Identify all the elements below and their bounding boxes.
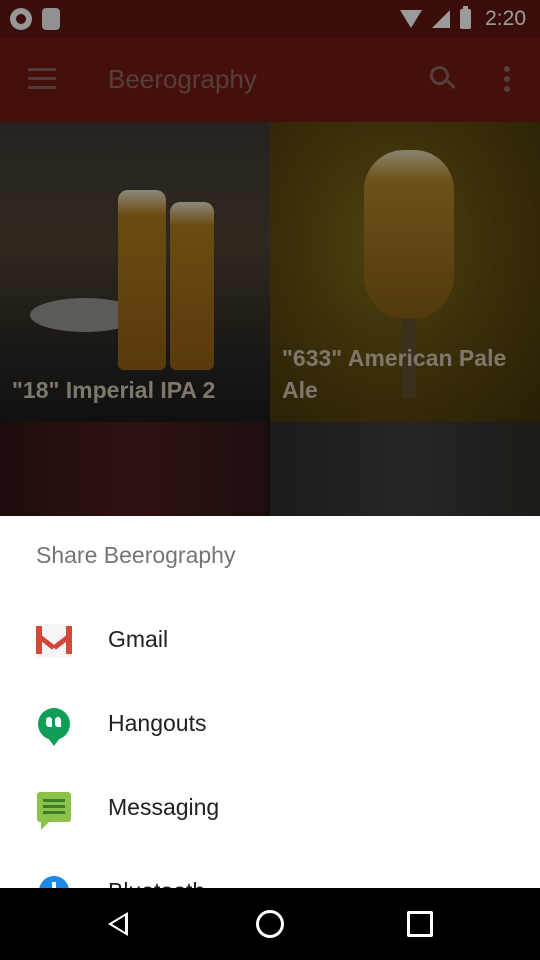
android-icon bbox=[42, 8, 60, 30]
beer-glass bbox=[118, 190, 166, 370]
share-sheet-title: Share Beerography bbox=[36, 542, 236, 568]
wifi-icon bbox=[400, 10, 423, 28]
app-bar: Beerography bbox=[0, 38, 540, 122]
recent-apps-icon[interactable] bbox=[407, 911, 433, 937]
back-icon[interactable] bbox=[108, 912, 128, 936]
beer-name: "18" Imperial IPA 2 bbox=[12, 377, 216, 403]
gmail-icon bbox=[36, 624, 72, 658]
notification-icon bbox=[10, 8, 32, 30]
share-item-label: Gmail bbox=[108, 626, 169, 652]
bluetooth-icon bbox=[39, 876, 69, 888]
share-sheet: Share Beerography Gmail Hangouts Messagi… bbox=[0, 516, 540, 888]
status-bar: 2:20 bbox=[0, 0, 540, 38]
beer-tile[interactable]: "18" Imperial IPA 2 bbox=[0, 122, 270, 422]
share-item-label: Messaging bbox=[108, 794, 220, 820]
share-item-hangouts[interactable]: Hangouts bbox=[0, 684, 540, 768]
search-icon[interactable] bbox=[430, 66, 456, 92]
signal-icon bbox=[432, 10, 451, 28]
navigation-bar bbox=[0, 888, 540, 960]
share-item-messaging[interactable]: Messaging bbox=[0, 768, 540, 852]
status-time: 2:20 bbox=[485, 7, 526, 30]
share-item-bluetooth[interactable]: Bluetooth bbox=[0, 852, 540, 888]
share-item-label: Bluetooth bbox=[108, 878, 205, 888]
messaging-icon bbox=[37, 792, 71, 830]
battery-icon bbox=[460, 6, 472, 29]
hangouts-icon bbox=[38, 708, 70, 746]
system-icons: 2:20 bbox=[400, 6, 526, 31]
home-icon[interactable] bbox=[256, 910, 284, 938]
notification-icons bbox=[10, 8, 60, 30]
beer-tile[interactable] bbox=[270, 422, 540, 516]
menu-icon[interactable] bbox=[28, 68, 56, 90]
beer-glass bbox=[170, 202, 214, 370]
beer-tile[interactable]: "633" American Pale Ale bbox=[270, 122, 540, 422]
more-options-icon[interactable] bbox=[504, 66, 510, 92]
app-title: Beerography bbox=[108, 64, 257, 94]
beer-name: "633" American Pale Ale bbox=[282, 345, 507, 403]
beer-grid: "18" Imperial IPA 2 "633" American Pale … bbox=[0, 122, 540, 516]
share-item-label: Hangouts bbox=[108, 710, 207, 736]
beer-tile[interactable] bbox=[0, 422, 270, 516]
beer-glass bbox=[364, 150, 454, 320]
share-item-gmail[interactable]: Gmail bbox=[0, 600, 540, 684]
